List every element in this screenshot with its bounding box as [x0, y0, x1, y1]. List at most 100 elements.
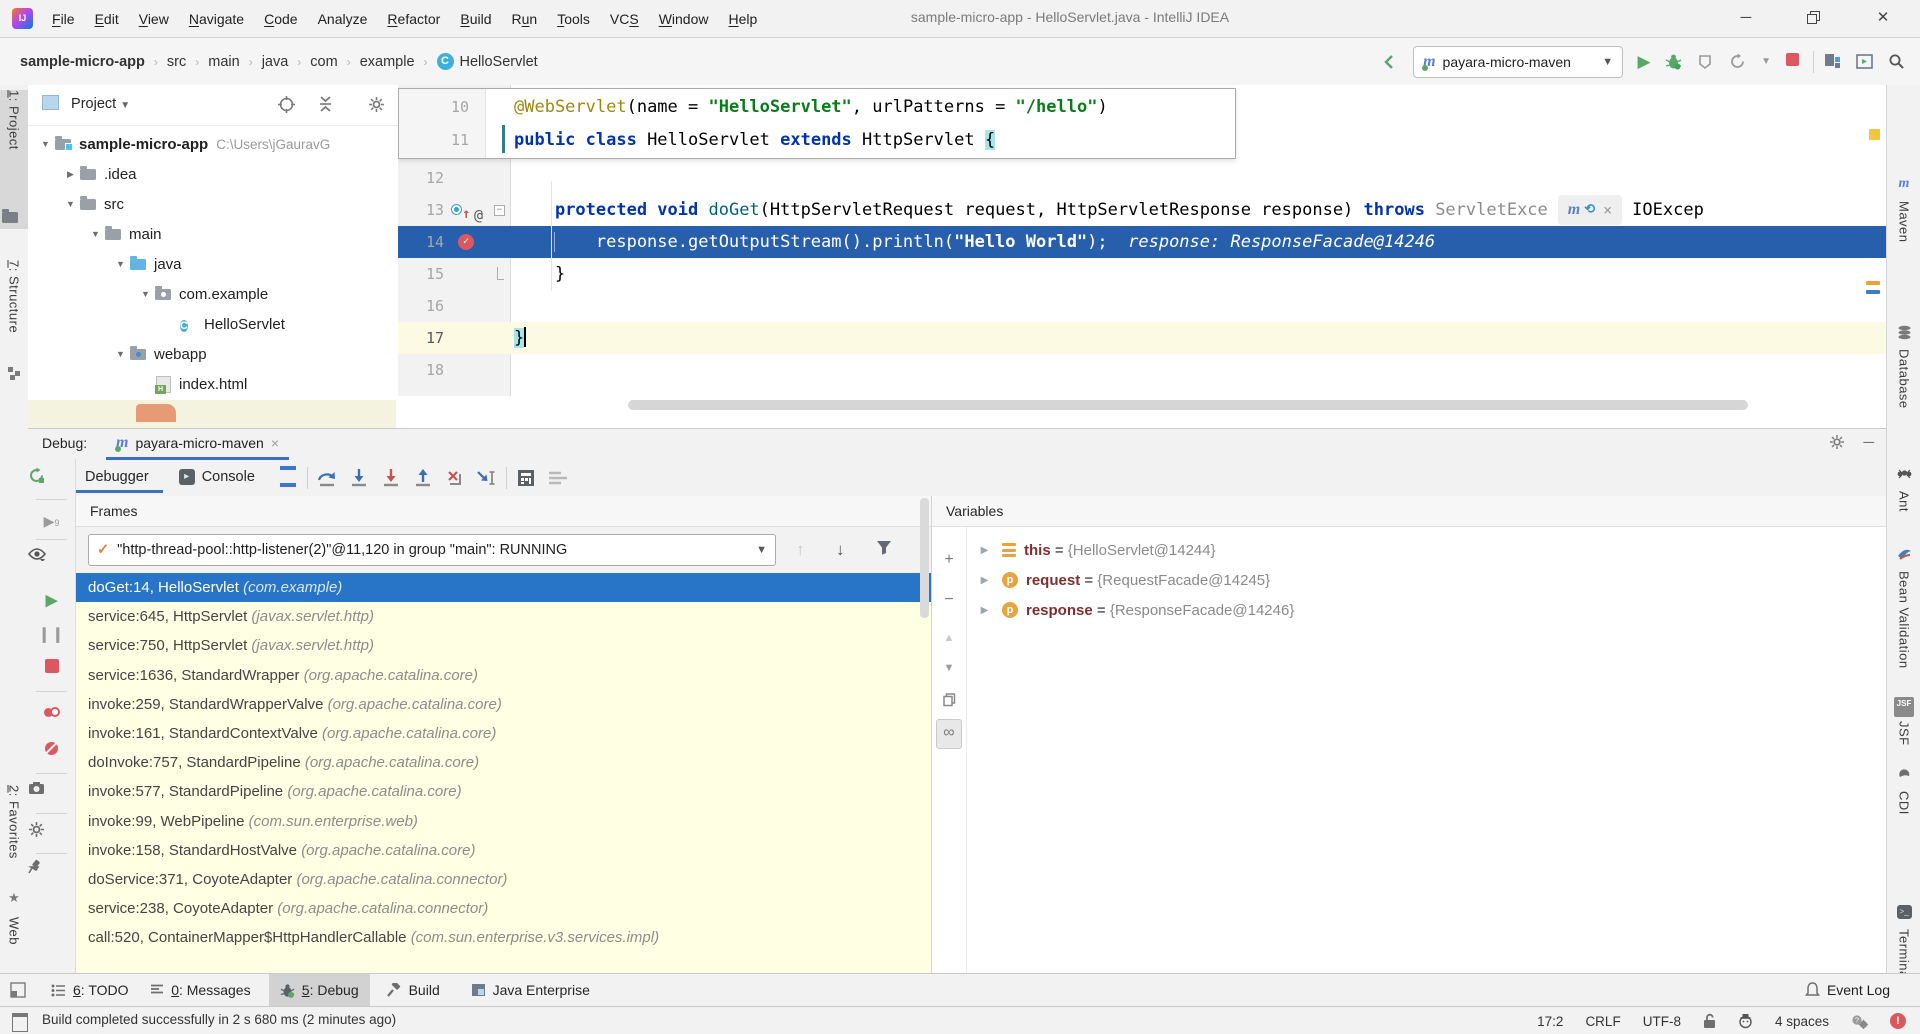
view-breakpoints-icon[interactable] [28, 699, 75, 729]
code-line-12[interactable]: 12 [398, 162, 1886, 194]
ant-strip-icon[interactable] [1887, 467, 1920, 487]
step-over-icon[interactable] [314, 466, 340, 490]
stack-frame[interactable]: service:645, HttpServlet (javax.servlet.… [76, 602, 931, 631]
tool-strip-cdi[interactable]: CDI [1887, 791, 1920, 901]
menu-vcs[interactable]: VCS [600, 11, 649, 27]
run-to-cursor-icon[interactable] [474, 466, 500, 490]
filter-frames-icon[interactable] [876, 540, 892, 555]
horizontal-scrollbar[interactable] [628, 400, 1748, 410]
breadcrumb-item[interactable]: src [167, 54, 186, 70]
drop-frame-icon[interactable] [442, 466, 468, 490]
scrollbar-marker-blue[interactable] [1866, 290, 1880, 294]
stack-frame[interactable]: call:520, ContainerMapper$HttpHandlerCal… [76, 923, 931, 952]
scroll-down-icon[interactable]: ▼ [932, 655, 966, 683]
add-watch-icon[interactable]: + [932, 547, 966, 575]
resume-icon[interactable]: ▶ [28, 587, 75, 617]
jsf-strip-icon[interactable]: JSF [1887, 697, 1920, 717]
menu-file[interactable]: File [42, 11, 85, 27]
scrollbar-marker-orange[interactable] [1866, 281, 1880, 285]
stack-frame[interactable]: service:238, CoyoteAdapter (org.apache.c… [76, 894, 931, 923]
breadcrumb-item[interactable]: sample-micro-app [20, 54, 145, 70]
stack-frame[interactable]: doService:371, CoyoteAdapter (org.apache… [76, 865, 931, 894]
variable-row[interactable]: ▶presponse = {ResponseFacade@14246} [967, 595, 1886, 625]
close-icon[interactable]: × [1603, 194, 1612, 226]
code-line-18[interactable]: 18 [398, 354, 1886, 386]
breadcrumb-item[interactable]: com [310, 54, 337, 70]
tree-item-sample-micro-app[interactable]: ▼sample-micro-appC:\Users\jGauravG [28, 129, 408, 159]
tool-strip-favorites[interactable]: 2: Favorites [0, 785, 28, 885]
stack-frame[interactable]: doInvoke:757, StandardPipeline (org.apac… [76, 748, 931, 777]
run-anything-icon[interactable] [1856, 53, 1878, 70]
previous-frame-icon[interactable]: ↑ [796, 540, 805, 560]
force-step-into-icon[interactable] [378, 466, 404, 490]
settings-icon[interactable] [28, 821, 75, 851]
fold-marker-icon[interactable]: − [494, 205, 505, 216]
debug-button[interactable] [1665, 53, 1687, 70]
stack-frame[interactable]: invoke:161, StandardContextValve (org.ap… [76, 719, 931, 748]
thread-select[interactable]: ✓ "http-thread-pool::http-listener(2)"@1… [88, 534, 776, 566]
stack-frame[interactable]: invoke:158, StandardHostValve (org.apach… [76, 836, 931, 865]
debug-session-tab[interactable]: m payara-micro-maven × [106, 429, 289, 460]
breadcrumb-item[interactable]: main [208, 54, 239, 70]
get-thread-dump-icon[interactable] [28, 781, 75, 811]
scrollbar-marker-yellow[interactable] [1869, 129, 1880, 140]
stop-button[interactable] [1781, 53, 1803, 70]
chevron-right-icon[interactable]: ▶ [979, 545, 990, 556]
stack-frame[interactable]: doGet:14, HelloServlet (com.example) [76, 573, 931, 602]
tree-item-main[interactable]: ▼main [28, 219, 458, 249]
status-message[interactable]: Build completed successfully in 2 s 680 … [42, 1012, 396, 1027]
chevron-down-icon[interactable]: ▼ [140, 289, 151, 299]
step-into-icon[interactable] [346, 466, 372, 490]
breadcrumb-item[interactable]: example [360, 54, 415, 70]
variable-row[interactable]: ▶this = {HelloServlet@14244} [967, 535, 1886, 565]
bean-validation-strip-icon[interactable] [1887, 547, 1920, 567]
show-execution-point-icon[interactable] [275, 466, 301, 490]
menu-view[interactable]: View [129, 11, 179, 27]
next-frame-icon[interactable]: ↓ [836, 540, 845, 560]
code-line-17[interactable]: 17} [398, 322, 1886, 354]
structure-strip-icon[interactable] [0, 367, 28, 387]
stack-frame[interactable]: invoke:577, StandardPipeline (org.apache… [76, 777, 931, 806]
maven-strip-icon[interactable]: m [1887, 177, 1920, 197]
tab-debugger[interactable]: Debugger [75, 463, 163, 493]
rerun-icon[interactable] [28, 467, 75, 497]
error-notification-icon[interactable]: ! [1890, 1013, 1906, 1029]
chevron-down-icon[interactable]: ▼ [1761, 56, 1771, 67]
cdi-strip-icon[interactable] [1887, 767, 1920, 787]
frames-scrollbar[interactable] [920, 498, 929, 618]
project-view-select[interactable]: Project ▼ [42, 95, 130, 112]
locate-file-icon[interactable] [278, 96, 295, 113]
menu-window[interactable]: Window [649, 11, 719, 27]
run-configuration-select[interactable]: m payara-micro-maven ▼ [1413, 46, 1623, 78]
bottom-tab-javaenterprise[interactable]: Java Enterprise [460, 974, 601, 1006]
tool-strip-web[interactable]: Web [0, 917, 28, 967]
line-separator[interactable]: CRLF [1585, 1014, 1620, 1029]
project-strip-icon[interactable] [0, 205, 28, 229]
database-strip-icon[interactable] [1887, 325, 1920, 345]
stop-icon[interactable] [28, 655, 75, 685]
frames-list[interactable]: doGet:14, HelloServlet (com.example)serv… [76, 573, 931, 974]
gear-icon[interactable] [1829, 434, 1845, 451]
override-marker-icon[interactable] [452, 205, 461, 214]
code-editor[interactable]: 1213↑@− protected void doGet(HttpServlet… [398, 85, 1886, 428]
menu-tools[interactable]: Tools [547, 11, 600, 27]
stack-frame[interactable]: service:750, HttpServlet (javax.servlet.… [76, 631, 931, 660]
breadcrumb-class[interactable]: HelloServlet [460, 54, 538, 70]
minimize-button[interactable]: ─ [1723, 0, 1769, 36]
back-arrow-icon[interactable] [1381, 54, 1403, 70]
chevron-down-icon[interactable]: ▼ [40, 139, 51, 149]
pin-icon[interactable] [28, 859, 75, 889]
layout-settings-icon[interactable] [545, 466, 571, 490]
chevron-right-icon[interactable]: ▶ [979, 575, 990, 586]
close-button[interactable]: ✕ [1860, 0, 1906, 36]
chevron-right-icon[interactable]: ▶ [65, 169, 76, 180]
chevron-down-icon[interactable]: ▼ [65, 199, 76, 209]
chevron-down-icon[interactable]: ▼ [115, 349, 126, 359]
code-line-15[interactable]: 15 } [398, 258, 1886, 290]
chevron-right-icon[interactable]: ▶ [979, 605, 990, 616]
remove-watch-icon[interactable]: − [932, 587, 966, 615]
tree-item-src[interactable]: ▼src [28, 189, 433, 219]
menu-build[interactable]: Build [450, 11, 501, 27]
menu-analyze[interactable]: Analyze [308, 11, 378, 27]
variable-row[interactable]: ▶prequest = {RequestFacade@14245} [967, 565, 1886, 595]
